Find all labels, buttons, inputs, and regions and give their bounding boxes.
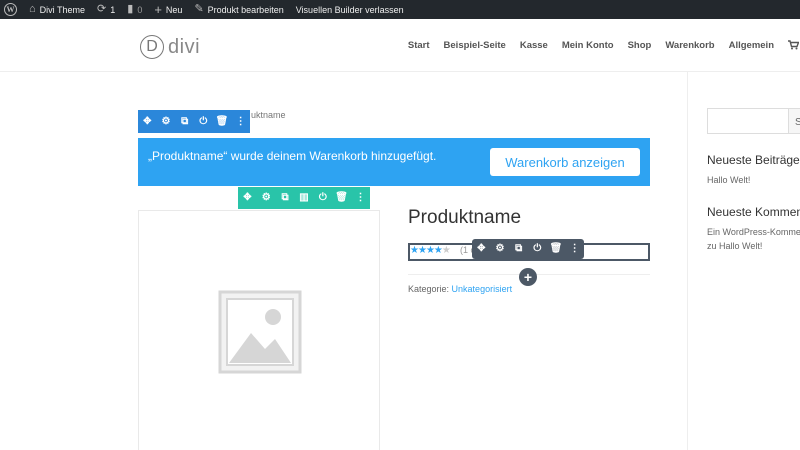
more-icon[interactable]: ⋮ [568, 244, 582, 254]
cart-notice: „Produktname“ wurde deinem Warenkorb hin… [138, 138, 650, 186]
search-button[interactable]: S [788, 108, 800, 134]
new-label: Neu [165, 4, 183, 15]
star-icon: ★ [417, 245, 427, 256]
category-link[interactable]: Unkategorisiert [452, 284, 513, 294]
view-cart-button[interactable]: Warenkorb anzeigen [490, 148, 640, 176]
product-category: Kategorie: Unkategorisiert [408, 284, 512, 294]
star-icon: ★ [410, 245, 419, 256]
comments-count: 0 [137, 4, 143, 15]
delete-icon[interactable]: 🗑 [335, 193, 349, 203]
wordpress-logo-button[interactable]: W [0, 0, 23, 19]
star-icon: ★ [425, 245, 435, 256]
settings-icon[interactable]: ⚙ [259, 193, 273, 203]
product-title: Produktname [408, 207, 522, 228]
recent-comment-line-2[interactable]: zu Hallo Welt! [707, 239, 762, 253]
delete-icon[interactable]: 🗑 [215, 116, 229, 127]
divi-logo-mark: D [140, 35, 164, 59]
breadcrumb: uktname [251, 110, 286, 120]
wordpress-icon: W [4, 3, 17, 16]
move-icon[interactable]: ✥ [240, 193, 254, 203]
more-icon[interactable]: ⋮ [353, 193, 367, 203]
refresh-icon: ⟳ [97, 3, 107, 15]
new-content-button[interactable]: + Neu [148, 0, 188, 19]
image-placeholder-icon [218, 290, 302, 374]
duplicate-icon[interactable]: ⧉ [512, 244, 526, 254]
star-rating: ★★★★★ [410, 245, 451, 256]
home-icon: ⌂ [29, 3, 36, 15]
star-icon: ★ [433, 245, 443, 256]
nav-item-start[interactable]: Start [408, 40, 430, 53]
site-name-label: Divi Theme [39, 4, 86, 15]
admin-bar: W ⌂ Divi Theme ⟳ 1 ▮ 0 + Neu ✎ Produkt b… [0, 0, 800, 19]
nav-item-allgemein[interactable]: Allgemein [729, 40, 774, 53]
delete-icon[interactable]: 🗑 [549, 244, 563, 254]
row-toolbar: ✥ ⚙ ⧉ ▥ ⏻ 🗑 ⋮ [238, 187, 370, 209]
main-nav: Start Beispiel-Seite Kasse Mein Konto Sh… [408, 40, 800, 53]
nav-item-mein-konto[interactable]: Mein Konto [562, 40, 614, 53]
rating-module-toolbar: ✥ ⚙ ⧉ ⏻ 🗑 ⋮ [472, 239, 584, 259]
nav-item-warenkorb[interactable]: Warenkorb [665, 40, 714, 53]
settings-icon[interactable]: ⚙ [493, 244, 507, 254]
nav-item-kasse[interactable]: Kasse [520, 40, 548, 53]
settings-icon[interactable]: ⚙ [159, 116, 173, 127]
module-toolbar: ✥ ⚙ ⧉ ⏻ 🗑 ⋮ [138, 110, 250, 133]
star-icon: ★ [441, 245, 451, 256]
duplicate-icon[interactable]: ⧉ [278, 193, 292, 203]
site-logo[interactable]: D divi [140, 35, 200, 59]
updates-count: 1 [110, 4, 116, 15]
exit-visual-builder-button[interactable]: Visuellen Builder verlassen [290, 0, 410, 19]
updates-button[interactable]: ⟳ 1 [91, 0, 121, 19]
add-module-button[interactable]: + [519, 268, 537, 286]
pencil-icon: ✎ [194, 3, 204, 15]
cart-icon[interactable] [788, 40, 800, 53]
columns-icon[interactable]: ▥ [297, 193, 311, 203]
toggle-icon[interactable]: ⏻ [316, 193, 330, 203]
category-label: Kategorie: [408, 284, 450, 294]
edit-product-button[interactable]: ✎ Produkt bearbeiten [188, 0, 289, 19]
recent-posts-title: Neueste Beiträge [707, 153, 800, 167]
search-input[interactable] [707, 108, 791, 134]
recent-comment-line-1[interactable]: Ein WordPress-Kommentar [707, 225, 800, 239]
plus-icon: + [154, 2, 162, 17]
move-icon[interactable]: ✥ [140, 116, 154, 127]
sidebar-divider [687, 72, 688, 450]
recent-comments-title: Neueste Kommentare [707, 205, 800, 219]
toggle-icon[interactable]: ⏻ [530, 244, 544, 254]
cart-notice-text: „Produktname“ wurde deinem Warenkorb hin… [148, 149, 437, 163]
comments-button[interactable]: ▮ 0 [121, 0, 148, 19]
divi-logo-text: divi [168, 35, 201, 58]
product-image[interactable] [138, 210, 380, 450]
duplicate-icon[interactable]: ⧉ [178, 116, 192, 127]
more-icon[interactable]: ⋮ [234, 116, 248, 127]
nav-item-shop[interactable]: Shop [628, 40, 652, 53]
edit-product-label: Produkt bearbeiten [207, 4, 284, 15]
comment-icon: ▮ [127, 3, 134, 15]
exit-builder-label: Visuellen Builder verlassen [295, 4, 404, 15]
site-header: D divi Start Beispiel-Seite Kasse Mein K… [0, 19, 800, 72]
nav-item-beispiel-seite[interactable]: Beispiel-Seite [444, 40, 506, 53]
page: W ⌂ Divi Theme ⟳ 1 ▮ 0 + Neu ✎ Produkt b… [0, 0, 800, 450]
toggle-icon[interactable]: ⏻ [196, 116, 210, 127]
recent-post-link[interactable]: Hallo Welt! [707, 173, 750, 187]
move-icon[interactable]: ✥ [474, 244, 488, 254]
site-name-button[interactable]: ⌂ Divi Theme [23, 0, 91, 19]
